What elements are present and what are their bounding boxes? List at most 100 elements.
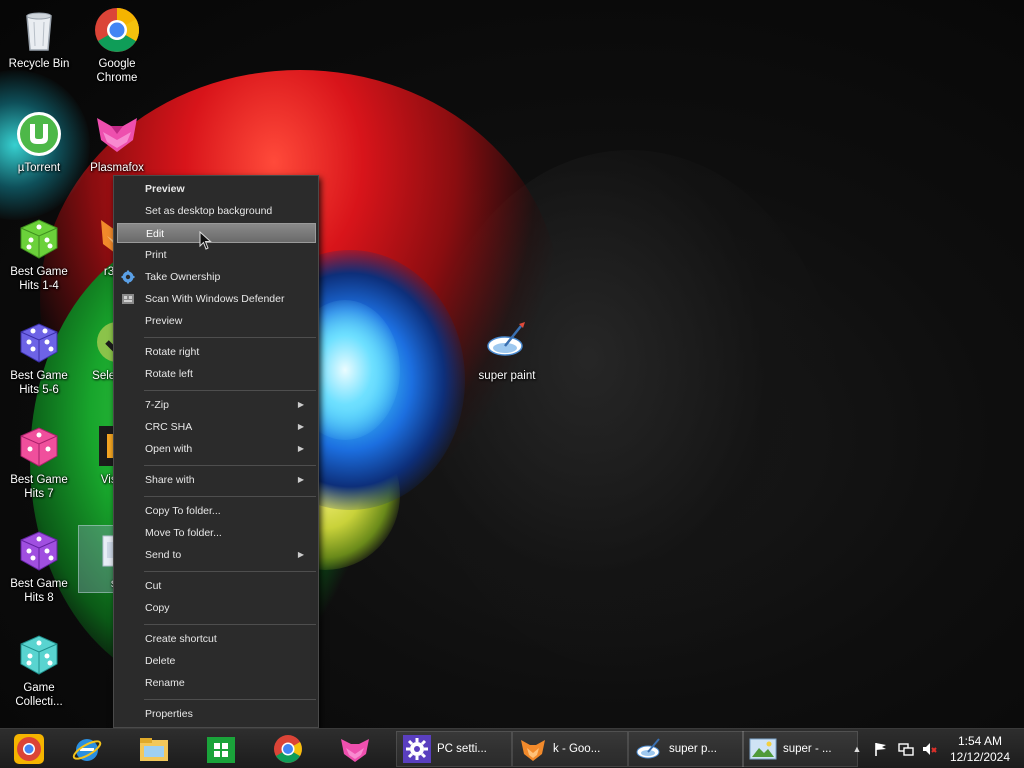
context-menu: Preview Set as desktop background Edit P…	[113, 175, 319, 728]
menu-item-take-ownership[interactable]: Take Ownership	[117, 267, 316, 287]
menu-item-copy-to-folder[interactable]: Copy To folder...	[117, 501, 316, 521]
submenu-arrow-icon: ▶	[297, 475, 304, 484]
menu-item-label: Print	[145, 249, 167, 261]
taskbar-pin-internet-explorer[interactable]	[58, 731, 116, 767]
green-dice-icon	[20, 219, 58, 259]
desktop-icon-best-game-hits-7[interactable]: Best Game Hits 7	[1, 422, 77, 501]
desktop-icon-best-game-hits-1-4[interactable]: Best Game Hits 1-4	[1, 214, 77, 293]
chrome-canary-icon	[14, 734, 44, 764]
desktop-icon-best-game-hits-8[interactable]: Best Game Hits 8	[1, 526, 77, 605]
taskbar-pin-store[interactable]	[192, 731, 250, 767]
taskbar: PC setti... k - Goo... super p... super …	[0, 728, 1024, 768]
desktop-icon-label: Best Game Hits 8	[10, 578, 68, 604]
menu-separator	[144, 337, 316, 338]
tray-volume[interactable]	[919, 729, 941, 768]
menu-item-properties[interactable]: Properties	[117, 704, 316, 724]
taskbar-pin-file-explorer[interactable]	[125, 731, 183, 767]
taskbar-pin-chrome-canary[interactable]	[0, 731, 58, 767]
submenu-arrow-icon: ▶	[297, 422, 304, 431]
desktop-icon-utorrent[interactable]: µTorrent	[1, 110, 77, 175]
menu-item-rotate-right[interactable]: Rotate right	[117, 342, 316, 362]
super-paint-icon	[487, 322, 525, 356]
clock-time: 1:54 AM	[957, 734, 1003, 748]
plasmafox-icon	[97, 118, 137, 152]
submenu-arrow-icon: ▶	[297, 400, 304, 409]
desktop-icon-super-paint[interactable]: super paint	[469, 318, 545, 383]
menu-item-label: Send to	[145, 549, 182, 561]
menu-item-label: Preview	[145, 183, 185, 195]
chrome-icon	[274, 735, 302, 763]
desktop-icon-recycle-bin[interactable]: Recycle Bin	[1, 6, 77, 71]
menu-item-preview[interactable]: Preview	[117, 179, 316, 199]
menu-item-preview-2[interactable]: Preview	[117, 311, 316, 331]
taskbar-window-label: super - ...	[783, 743, 832, 755]
menu-item-send-to[interactable]: Send to ▶	[117, 545, 316, 565]
desktop-icon-label: Best Game Hits 1-4	[10, 266, 68, 292]
flag-icon	[875, 743, 886, 756]
menu-item-label: Share with	[145, 474, 195, 486]
desktop-icon-label: Google Chrome	[96, 58, 138, 84]
network-icon	[898, 743, 914, 756]
menu-item-7zip[interactable]: 7-Zip ▶	[117, 395, 316, 415]
recycle-bin-icon	[26, 12, 52, 51]
clock-date: 12/12/2024	[949, 750, 1011, 764]
store-icon	[207, 737, 235, 763]
desktop-icon-label: Best Game Hits 5-6	[10, 370, 68, 396]
purple-dice-icon	[20, 531, 58, 571]
utorrent-icon	[17, 112, 61, 156]
menu-item-label: Rotate left	[145, 368, 193, 380]
desktop-icon-label: super paint	[478, 370, 536, 382]
tray-network[interactable]	[895, 729, 917, 768]
menu-item-scan-defender[interactable]: Scan With Windows Defender	[117, 289, 316, 309]
desktop-icon-best-game-hits-5-6[interactable]: Best Game Hits 5-6	[1, 318, 77, 397]
menu-item-rename[interactable]: Rename	[117, 673, 316, 693]
menu-item-edit[interactable]: Edit	[117, 223, 316, 243]
desktop-icon-label: Best Game Hits 7	[10, 474, 68, 500]
menu-item-move-to-folder[interactable]: Move To folder...	[117, 523, 316, 543]
menu-separator	[144, 624, 316, 625]
desktop-icon-label: Plasmafox	[90, 162, 144, 174]
taskbar-pin-chrome[interactable]	[259, 731, 317, 767]
menu-item-rotate-left[interactable]: Rotate left	[117, 364, 316, 384]
menu-item-label: Preview	[145, 315, 183, 327]
taskbar-window-label: k - Goo...	[553, 743, 601, 755]
menu-item-crc-sha[interactable]: CRC SHA ▶	[117, 417, 316, 437]
taskbar-clock[interactable]: 1:54 AM 12/12/2024	[940, 733, 1020, 765]
show-hidden-icons-button[interactable]: ▲	[848, 729, 866, 768]
chrome-icon	[95, 8, 139, 52]
desktop-icon-label: Recycle Bin	[8, 58, 70, 70]
taskbar-window-photo-viewer[interactable]: super - ...	[742, 731, 858, 767]
taskbar-pin-plasmafox[interactable]	[326, 731, 384, 767]
super-paint-icon	[636, 738, 660, 759]
menu-item-cut[interactable]: Cut	[117, 576, 316, 596]
defender-icon	[122, 294, 134, 304]
pink-dice-icon	[20, 427, 58, 467]
taskbar-window-pc-settings[interactable]: PC setti...	[396, 731, 512, 767]
menu-separator	[144, 496, 316, 497]
menu-item-label: Create shortcut	[145, 633, 217, 645]
menu-item-copy[interactable]: Copy	[117, 598, 316, 618]
plasmafox-icon	[341, 739, 369, 762]
menu-item-set-desktop-background[interactable]: Set as desktop background	[117, 201, 316, 221]
menu-item-label: Copy To folder...	[145, 505, 221, 517]
desktop-icon-game-collection[interactable]: Game Collecti...	[1, 630, 77, 709]
taskbar-window-label: PC setti...	[437, 743, 487, 755]
mouse-pointer-icon	[199, 231, 212, 250]
menu-item-open-with[interactable]: Open with ▶	[117, 439, 316, 459]
desktop-icon-label: Game Collecti...	[15, 682, 63, 708]
photo-viewer-icon	[749, 738, 777, 760]
menu-item-label: Cut	[145, 580, 162, 592]
taskbar-window-super-paint[interactable]: super p...	[628, 731, 744, 767]
menu-item-create-shortcut[interactable]: Create shortcut	[117, 629, 316, 649]
internet-explorer-icon	[72, 739, 102, 761]
menu-item-label: Move To folder...	[145, 527, 222, 539]
menu-item-print[interactable]: Print	[117, 245, 316, 265]
taskbar-window-google[interactable]: k - Goo...	[512, 731, 628, 767]
menu-item-delete[interactable]: Delete	[117, 651, 316, 671]
desktop-icon-plasmafox[interactable]: Plasmafox	[79, 110, 155, 175]
menu-item-label: CRC SHA	[145, 421, 193, 433]
settings-gear-icon	[403, 735, 431, 763]
tray-action-center[interactable]	[870, 729, 892, 768]
menu-item-share-with[interactable]: Share with ▶	[117, 470, 316, 490]
desktop-icon-google-chrome[interactable]: Google Chrome	[79, 6, 155, 85]
